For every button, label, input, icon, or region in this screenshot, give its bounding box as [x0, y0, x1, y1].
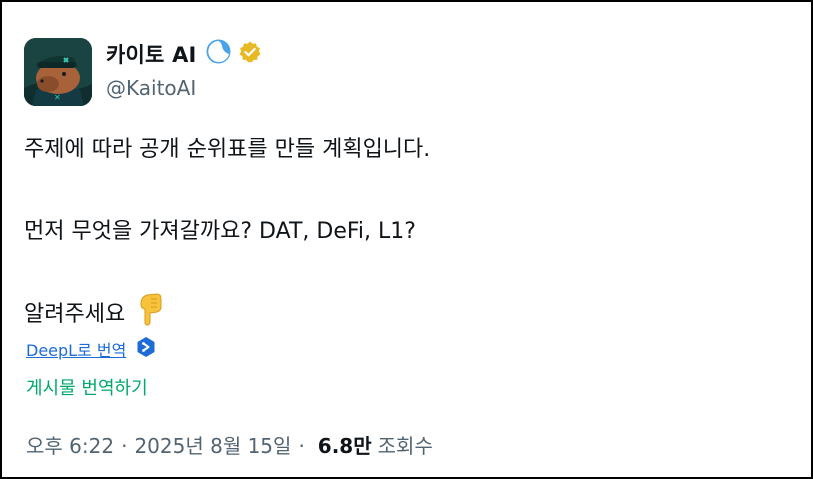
- deepl-logo-icon: [126, 336, 157, 362]
- post-line-2: 먼저 무엇을 가져갈까요? DAT, DeFi, L1?: [24, 219, 416, 244]
- post-line-1: 주제에 따라 공개 순위표를 만들 계획입니다.: [24, 137, 431, 162]
- post-date[interactable]: 2025년 8월 15일: [134, 430, 291, 459]
- post-meta: 오후 6:22 · 2025년 8월 15일 · 6.8만 조회수: [26, 430, 433, 459]
- svg-text:✕: ✕: [54, 93, 61, 102]
- views-count: 6.8만: [317, 434, 372, 458]
- capybara-avatar-icon: ✕: [24, 38, 92, 106]
- avatar[interactable]: ✕: [24, 38, 92, 106]
- gold-verified-badge-icon: [232, 40, 262, 68]
- meta-separator: ·: [298, 434, 305, 458]
- user-handle[interactable]: @KaitoAI: [106, 76, 196, 100]
- wave-badge-icon: [197, 38, 232, 69]
- name-row: 카이토 AI: [106, 38, 262, 69]
- pointing-down-emoji-icon: [125, 291, 165, 333]
- post-line-3: 알려주세요: [24, 302, 126, 327]
- meta-separator: ·: [121, 434, 128, 458]
- deepl-translate-row: DeepL로 번역: [26, 336, 157, 362]
- deepl-translate-link[interactable]: DeepL로 번역: [26, 337, 126, 361]
- tweet-card: ✕ 카이토 AI @KaitoAI 주제에 따라 공개 순위표를 만들 계획입니…: [0, 0, 813, 479]
- views-label: 조회수: [377, 434, 433, 458]
- post-time[interactable]: 오후 6:22: [26, 430, 114, 459]
- translate-post-button[interactable]: 게시물 번역하기: [26, 374, 148, 400]
- post-line-3-container: 알려주세요: [24, 291, 165, 333]
- display-name[interactable]: 카이토 AI: [106, 39, 197, 69]
